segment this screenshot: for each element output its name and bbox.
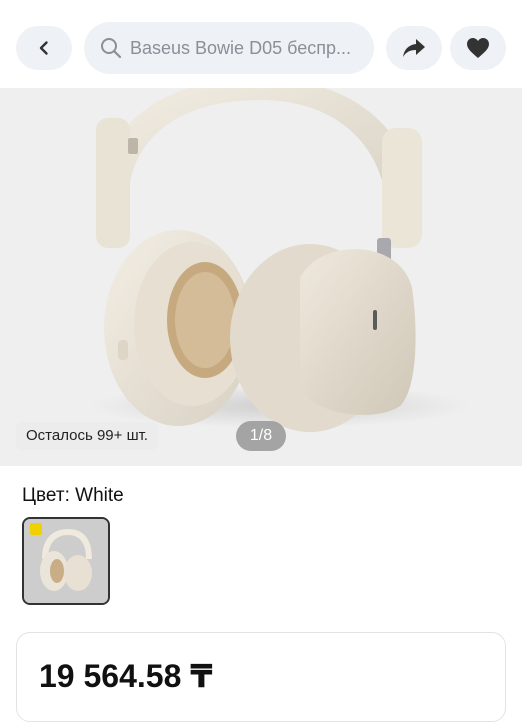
chevron-left-icon [39,41,48,55]
search-query[interactable]: Baseus Bowie D05 беспр... [130,38,360,59]
top-bar: Baseus Bowie D05 беспр... [0,0,522,88]
product-price: 19 564.58 ₸ [39,658,213,694]
image-counter-badge: 1/8 [236,421,286,451]
stock-remaining-badge: Осталось 99+ шт. [16,422,158,450]
share-arrow-icon [403,39,425,57]
back-button[interactable] [16,26,72,70]
headphones-image [90,88,470,432]
search-icon [101,38,122,59]
swatch-thumbnail-image [24,519,108,603]
heart-icon [467,38,489,58]
product-image-gallery[interactable]: Осталось 99+ шт. 1/8 [0,88,522,466]
color-label: Цвет: White [22,485,124,506]
color-swatch-white[interactable] [22,517,110,605]
price-card: 19 564.58 ₸ [16,632,506,722]
search-bar[interactable]: Baseus Bowie D05 беспр... [84,22,374,74]
share-button[interactable] [386,26,442,70]
favorite-button[interactable] [450,26,506,70]
